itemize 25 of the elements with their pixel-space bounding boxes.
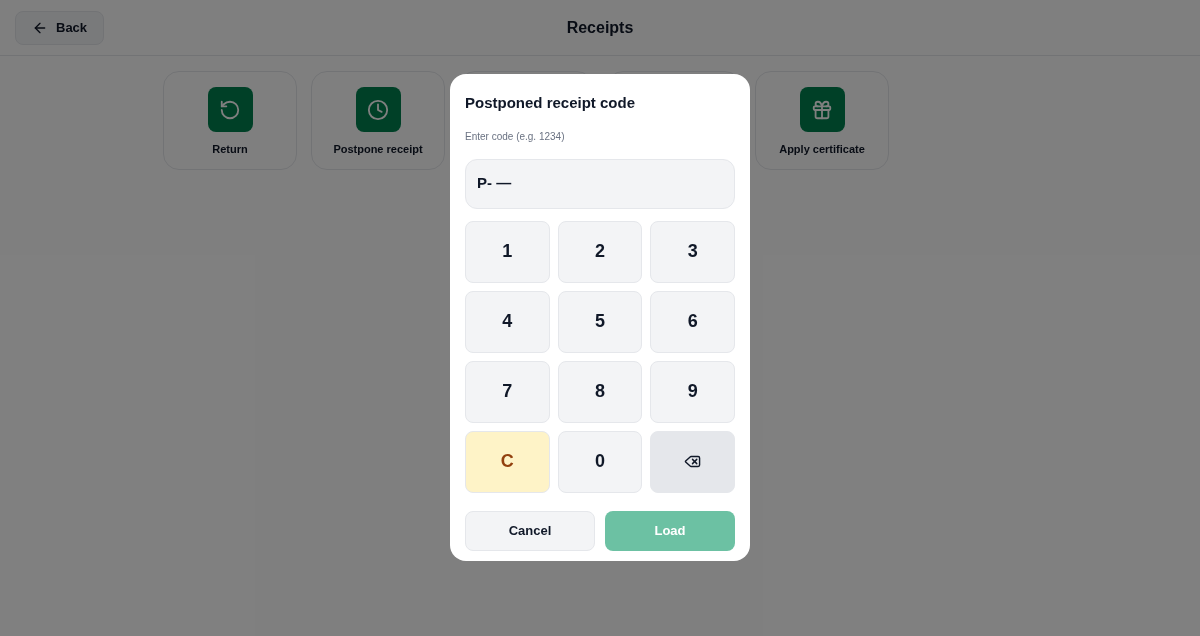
digit-key[interactable]: 4 — [465, 290, 550, 353]
digit-key[interactable]: 8 — [557, 360, 643, 423]
dialog-title: Postponed receipt code — [465, 93, 637, 113]
action-card[interactable]: Apply certificate — [755, 71, 889, 170]
action-card[interactable]: Return — [163, 71, 297, 170]
back-button[interactable]: Back — [15, 11, 105, 45]
clear-key[interactable]: C — [465, 430, 550, 493]
page-title: Receipts — [566, 17, 634, 38]
digit-key[interactable]: 1 — [465, 220, 550, 283]
hint-text: Enter code (e.g. 1234) — [465, 129, 566, 144]
cancel-button[interactable]: Cancel — [465, 510, 595, 551]
backspace-icon — [684, 453, 702, 470]
gift-icon — [811, 98, 833, 121]
action-card[interactable]: Postpone receipt — [311, 71, 445, 170]
code-field[interactable]: P- — — [465, 158, 735, 209]
digit-key[interactable]: 5 — [557, 290, 643, 353]
backspace-key[interactable] — [650, 430, 735, 493]
digit-key[interactable]: 3 — [650, 220, 735, 283]
digit-key[interactable]: 6 — [650, 290, 735, 353]
digit-key[interactable]: 0 — [557, 430, 643, 493]
digit-key[interactable]: 2 — [557, 220, 643, 283]
digit-key[interactable]: 7 — [465, 360, 550, 423]
rotate-icon — [219, 98, 241, 121]
digit-key[interactable]: 9 — [650, 360, 735, 423]
clock-icon — [367, 98, 389, 121]
